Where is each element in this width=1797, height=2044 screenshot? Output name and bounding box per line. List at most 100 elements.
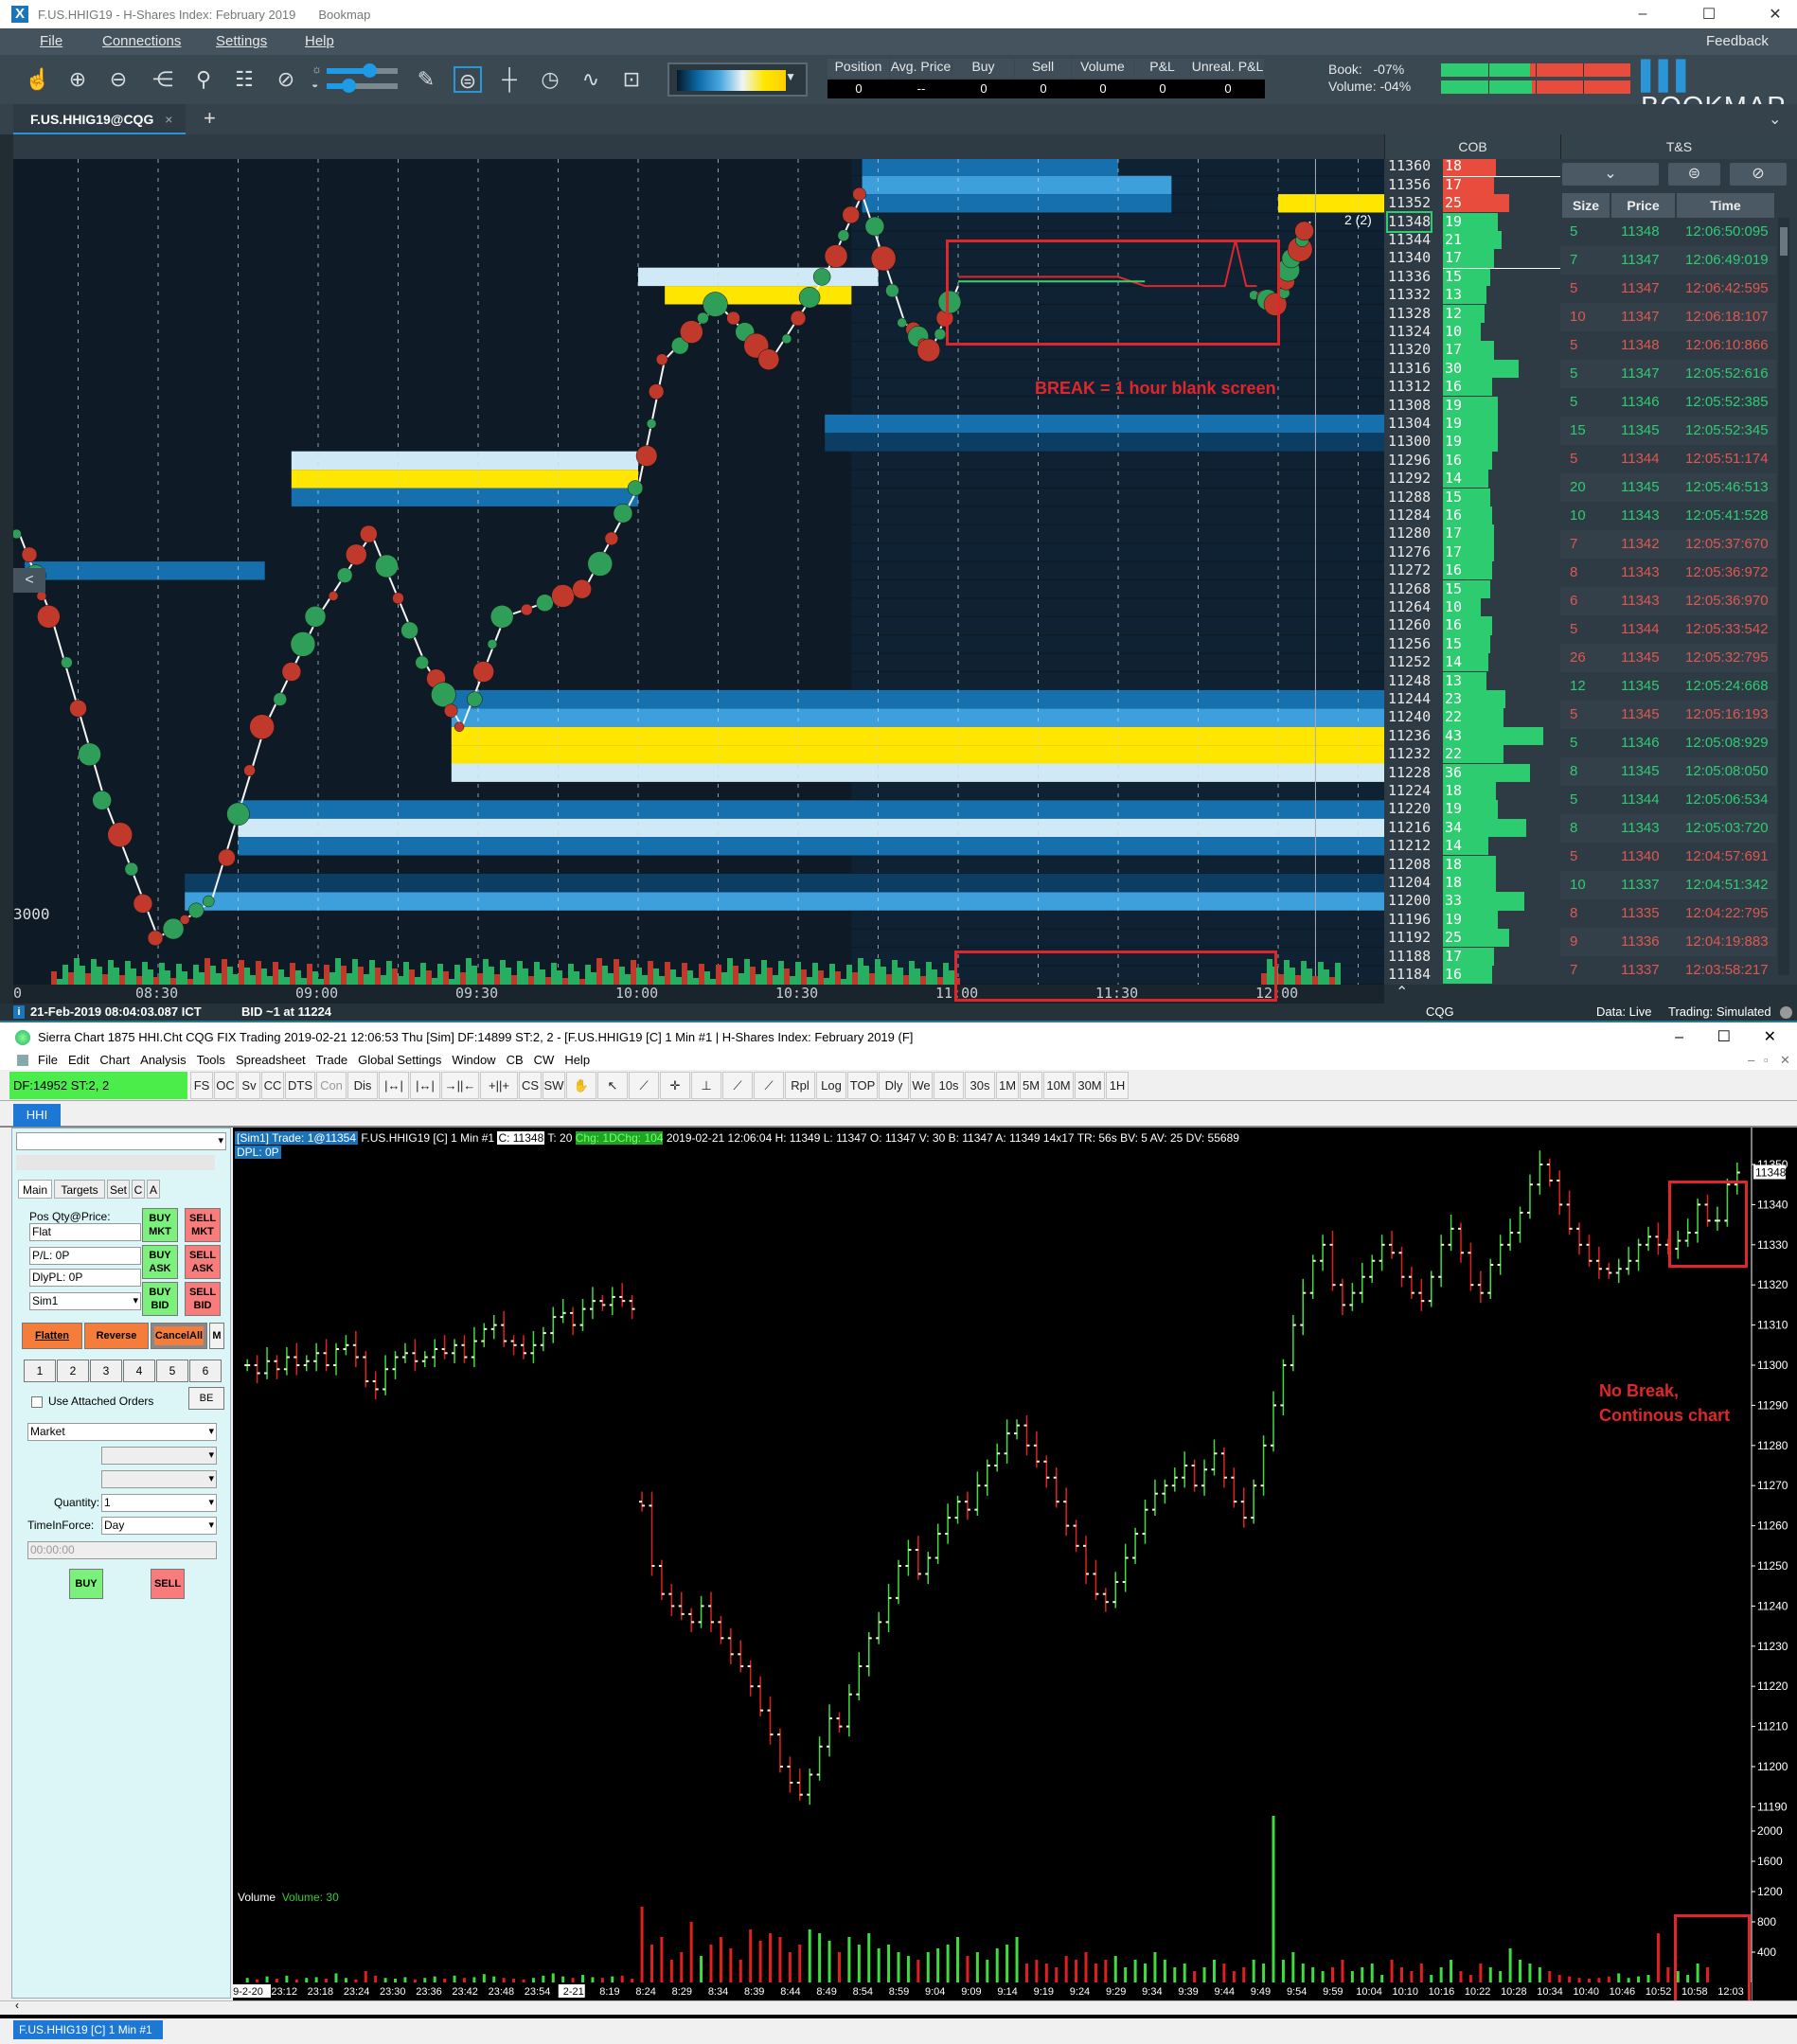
toolbar-button-5M[interactable]: 5M [1020,1072,1042,1099]
menu-edit[interactable]: Edit [68,1051,89,1070]
buy-button[interactable]: BUY [69,1569,103,1599]
cancel-all-button[interactable]: CancelAll [151,1323,207,1349]
cob-row[interactable]: 11284 16 [1384,506,1560,525]
cob-row[interactable]: 11232 22 [1384,745,1560,764]
flatten-button[interactable]: Flatten [22,1323,82,1349]
link-icon[interactable]: ⊘ [1730,163,1787,186]
cob-row[interactable]: 11280 17 [1384,524,1560,543]
toolbar-button-30s[interactable]: 30s [965,1072,995,1099]
toolbar-button-[interactable]: ⊥ [691,1072,721,1099]
panel-tab-targets[interactable]: Targets [54,1180,105,1199]
cob-row[interactable]: 11244 23 [1384,689,1560,709]
cob-row[interactable]: 11276 17 [1384,542,1560,562]
cob-row[interactable]: 11268 15 [1384,579,1560,598]
cob-row[interactable]: 11188 17 [1384,947,1560,966]
menu-settings[interactable]: Settings [216,33,267,49]
toolbar-button-Sv[interactable]: Sv [238,1072,260,1099]
cob-row[interactable]: 11308 19 [1384,396,1560,415]
attached-orders-checkbox[interactable] [31,1396,43,1408]
cob-row[interactable]: 11332 13 [1384,286,1560,305]
toolbar-button-1H[interactable]: 1H [1106,1072,1129,1099]
lock-icon[interactable]: ⊡ [617,66,646,93]
qty-preset-button[interactable]: 5 [156,1360,188,1382]
panel-tab-c[interactable]: C [132,1180,145,1199]
menu-file[interactable]: File [38,1051,58,1070]
sell-button[interactable]: SELL [151,1569,185,1599]
toolbar-button-[interactable]: ✋ [566,1072,596,1099]
toolbar-button-10M[interactable]: 10M [1043,1072,1074,1099]
cob-row[interactable]: 11212 14 [1384,837,1560,856]
position-field[interactable]: Flat [29,1223,141,1241]
maximize-button[interactable]: ☐ [1717,1022,1731,1053]
toolbar-button-[interactable]: |↔| [379,1072,409,1099]
toolbar-button-[interactable]: ✛ [660,1072,690,1099]
daily-pl-field[interactable]: DlyPL: 0P [29,1269,141,1287]
mdi-minimize-button[interactable]: – [1748,1051,1754,1070]
cob-row[interactable]: 11328 12 [1384,304,1560,323]
pencil-icon[interactable]: ✎ [412,66,440,93]
account-dropdown[interactable]: Sim1 [29,1292,141,1310]
toolbar-button-10s[interactable]: 10s [934,1072,964,1099]
toolbar-button-[interactable]: +||+ [480,1072,518,1099]
menu-spreadsheet[interactable]: Spreadsheet [236,1051,306,1070]
menu-connections[interactable]: Connections [102,33,181,49]
cob-row[interactable]: 11300 19 [1384,433,1560,452]
crosshair-icon[interactable]: ┼ [495,66,524,93]
cob-row[interactable]: 11248 13 [1384,671,1560,690]
cob-row[interactable]: 11236 43 [1384,726,1560,746]
cob-ladder[interactable]: 11360 18 11356 17 11352 25 11348 19 11344 21 11340… [1384,159,1560,985]
share-icon[interactable]: ⋲ [149,66,177,93]
panel-tab-a[interactable]: A [147,1180,160,1199]
cob-row[interactable]: 11240 22 [1384,708,1560,727]
broom-icon[interactable]: ⚲ [189,66,218,93]
order-marker[interactable]: 2 (2) [1344,212,1372,227]
horizontal-scrollbar[interactable]: ‹ [0,1999,1797,2014]
cob-row[interactable]: 11272 16 [1384,561,1560,580]
expiry-time-field[interactable]: 00:00:00 [27,1541,217,1559]
tab-instrument[interactable]: F.US.HHIG19@CQG × [13,104,186,134]
buy-market-button[interactable]: BUY MKT [142,1208,178,1242]
cob-row[interactable]: 11216 34 [1384,818,1560,838]
pl-field[interactable]: P/L: 0P [29,1247,141,1265]
cob-row[interactable]: 11192 25 [1384,929,1560,948]
collapse-panel-button[interactable]: < [13,568,45,593]
cob-row[interactable]: 11224 18 [1384,781,1560,801]
hierarchy-icon[interactable]: ☷ [230,66,258,93]
cob-row[interactable]: 11256 15 [1384,634,1560,654]
close-button[interactable]: ✕ [1753,5,1797,24]
menu-help[interactable]: Help [564,1051,590,1070]
menu-cw[interactable]: CW [534,1051,555,1070]
toolbar-button-[interactable]: ↖ [597,1072,628,1099]
time-in-force-dropdown[interactable]: Day [101,1517,217,1535]
order-type-dropdown[interactable]: Market [27,1423,217,1441]
stopwatch-icon[interactable]: ◷ [536,66,564,93]
toolbar-button-[interactable]: →||← [441,1072,479,1099]
reverse-button[interactable]: Reverse [84,1323,149,1349]
add-tab-button[interactable]: + [204,106,216,131]
cob-row[interactable]: 11288 15 [1384,488,1560,507]
cob-row[interactable]: 11296 16 [1384,451,1560,471]
chevron-up-icon[interactable]: ⌃ [1396,983,1408,1002]
cob-row[interactable]: 11348 19 [1384,210,1560,233]
mdi-close-button[interactable]: ✕ [1780,1051,1790,1070]
zoom-in-icon[interactable]: ⊕ [63,66,92,93]
panel-tab-main[interactable]: Main [18,1180,52,1199]
ts-scrollbar[interactable] [1778,218,1789,975]
menu-trade[interactable]: Trade [316,1051,347,1070]
brightness-slider[interactable]: ☼ [311,62,398,78]
cob-row[interactable]: 11312 16 [1384,378,1560,397]
tab-hhi[interactable]: HHI [13,1104,61,1127]
menu-analysis[interactable]: Analysis [140,1051,186,1070]
price2-field[interactable] [101,1470,217,1488]
toolbar-button-[interactable]: ⟋ [629,1072,659,1099]
ts-filter-dropdown[interactable]: ⌄ [1562,163,1659,186]
cob-row[interactable]: 11252 14 [1384,653,1560,672]
bottom-chart-tab[interactable]: F.US.HHIG19 [C] 1 Min #1 [13,2020,163,2039]
cob-row[interactable]: 11204 18 [1384,873,1560,893]
toolbar-button-OC[interactable]: OC [214,1072,237,1099]
toolbar-button-Dis[interactable]: Dis [347,1072,378,1099]
cob-row[interactable]: 11316 30 [1384,359,1560,379]
cob-row[interactable]: 11304 19 [1384,414,1560,434]
sell-ask-button[interactable]: SELL ASK [185,1245,221,1279]
cob-row[interactable]: 11200 33 [1384,892,1560,911]
